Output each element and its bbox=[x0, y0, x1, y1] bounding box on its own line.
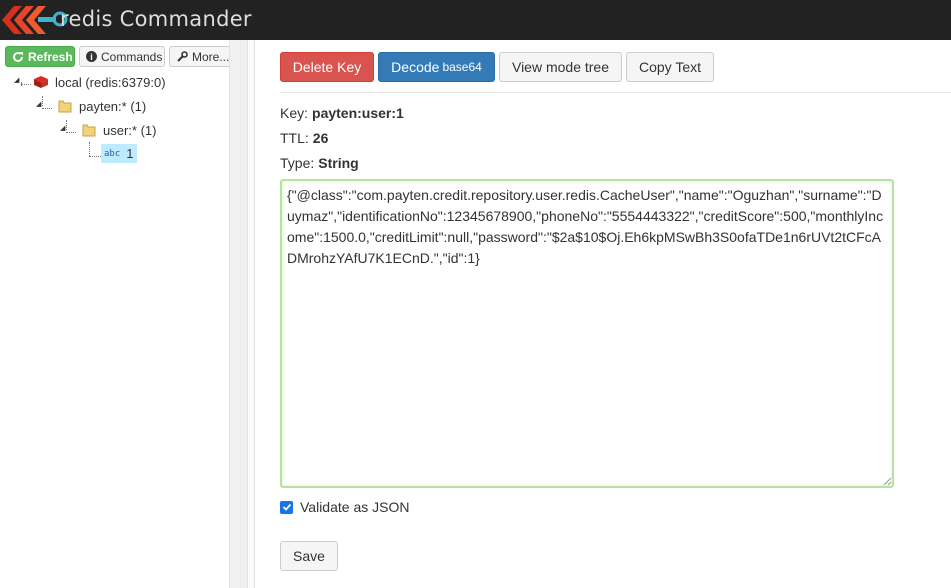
commands-label: Commands bbox=[101, 49, 163, 64]
tree-node-folder-user-label: user:* (1) bbox=[103, 122, 157, 138]
decode-base64-label: base64 bbox=[442, 60, 482, 74]
tree-node-key-1[interactable]: abc 1 bbox=[101, 144, 137, 163]
key-row: Key: payten:user:1 bbox=[280, 105, 404, 121]
tree-line bbox=[42, 108, 52, 109]
checkmark-icon bbox=[282, 503, 291, 511]
redis-server-icon bbox=[34, 76, 48, 88]
type-value: String bbox=[318, 155, 359, 171]
folder-icon bbox=[82, 124, 96, 137]
editor-line: DMrohzYAfU7K1ECnD.","id":1} bbox=[287, 250, 480, 266]
decode-label: Decode bbox=[391, 59, 440, 75]
key-value: payten:user:1 bbox=[312, 105, 404, 121]
value-editor-textarea[interactable]: {"@class":"com.payten.credit.repository.… bbox=[280, 179, 894, 488]
divider bbox=[280, 92, 951, 93]
key-label: Key: bbox=[280, 105, 309, 121]
panel-splitter[interactable] bbox=[247, 40, 255, 588]
tree-node-folder-payten[interactable]: payten:* (1) bbox=[57, 98, 146, 114]
tree-line bbox=[89, 142, 90, 156]
validate-json-checkbox[interactable] bbox=[280, 500, 293, 514]
tree-toggle-icon[interactable]: ◢ bbox=[14, 76, 19, 84]
validate-json-row: Validate as JSON bbox=[280, 499, 409, 515]
tree-node-server[interactable]: local (redis:6379:0) bbox=[33, 74, 166, 90]
type-label: Type: bbox=[280, 155, 315, 171]
commands-button[interactable]: i Commands bbox=[79, 46, 165, 67]
decode-base64-button[interactable]: Decode base64 bbox=[378, 52, 495, 82]
delete-key-button[interactable]: Delete Key bbox=[280, 52, 374, 82]
tree-line bbox=[66, 132, 76, 133]
refresh-button[interactable]: Refresh bbox=[5, 46, 75, 67]
editor-line: uymaz","identificationNo":12345678900,"p… bbox=[287, 208, 884, 224]
tree-node-server-label: local (redis:6379:0) bbox=[55, 74, 166, 90]
editor-line: {"@class":"com.payten.credit.repository.… bbox=[287, 187, 882, 203]
ttl-value: 26 bbox=[312, 130, 329, 146]
view-mode-tree-button[interactable]: View mode tree bbox=[499, 52, 622, 82]
type-row: Type: String bbox=[280, 155, 359, 171]
refresh-icon bbox=[12, 50, 24, 63]
info-icon: i bbox=[86, 50, 97, 63]
top-bar: redis Commander bbox=[0, 0, 951, 40]
ttl-row: TTL: 26 bbox=[280, 130, 328, 146]
sidebar: Refresh i Commands More... ▼ ◢ ◢ ◢ local… bbox=[0, 40, 247, 588]
string-type-icon: abc bbox=[104, 148, 121, 159]
tree-toggle-icon[interactable]: ◢ bbox=[36, 100, 41, 108]
copy-text-button[interactable]: Copy Text bbox=[626, 52, 714, 82]
tree-line bbox=[66, 120, 67, 130]
refresh-label: Refresh bbox=[28, 49, 73, 64]
validate-json-label: Validate as JSON bbox=[300, 499, 410, 515]
tree-node-folder-payten-label: payten:* (1) bbox=[79, 98, 147, 114]
app-title: redis Commander bbox=[60, 7, 252, 31]
tree-node-key-label: 1 bbox=[126, 146, 134, 161]
tree-node-folder-user[interactable]: user:* (1) bbox=[81, 122, 156, 138]
folder-icon bbox=[58, 100, 72, 113]
tree-toggle-icon[interactable]: ◢ bbox=[60, 124, 65, 132]
editor-line: ome":1500.0,"creditLimit":null,"password… bbox=[287, 229, 882, 245]
tree-line bbox=[21, 84, 31, 85]
more-label: More... bbox=[192, 49, 230, 64]
save-button[interactable]: Save bbox=[280, 541, 338, 571]
wrench-icon bbox=[176, 50, 188, 63]
tree-line bbox=[89, 156, 101, 157]
tree-line bbox=[42, 96, 43, 106]
sidebar-scrollbar[interactable] bbox=[229, 40, 247, 588]
ttl-label: TTL: bbox=[280, 130, 309, 146]
resize-handle-icon[interactable] bbox=[883, 477, 892, 486]
redis-commander-logo-icon bbox=[2, 6, 68, 34]
